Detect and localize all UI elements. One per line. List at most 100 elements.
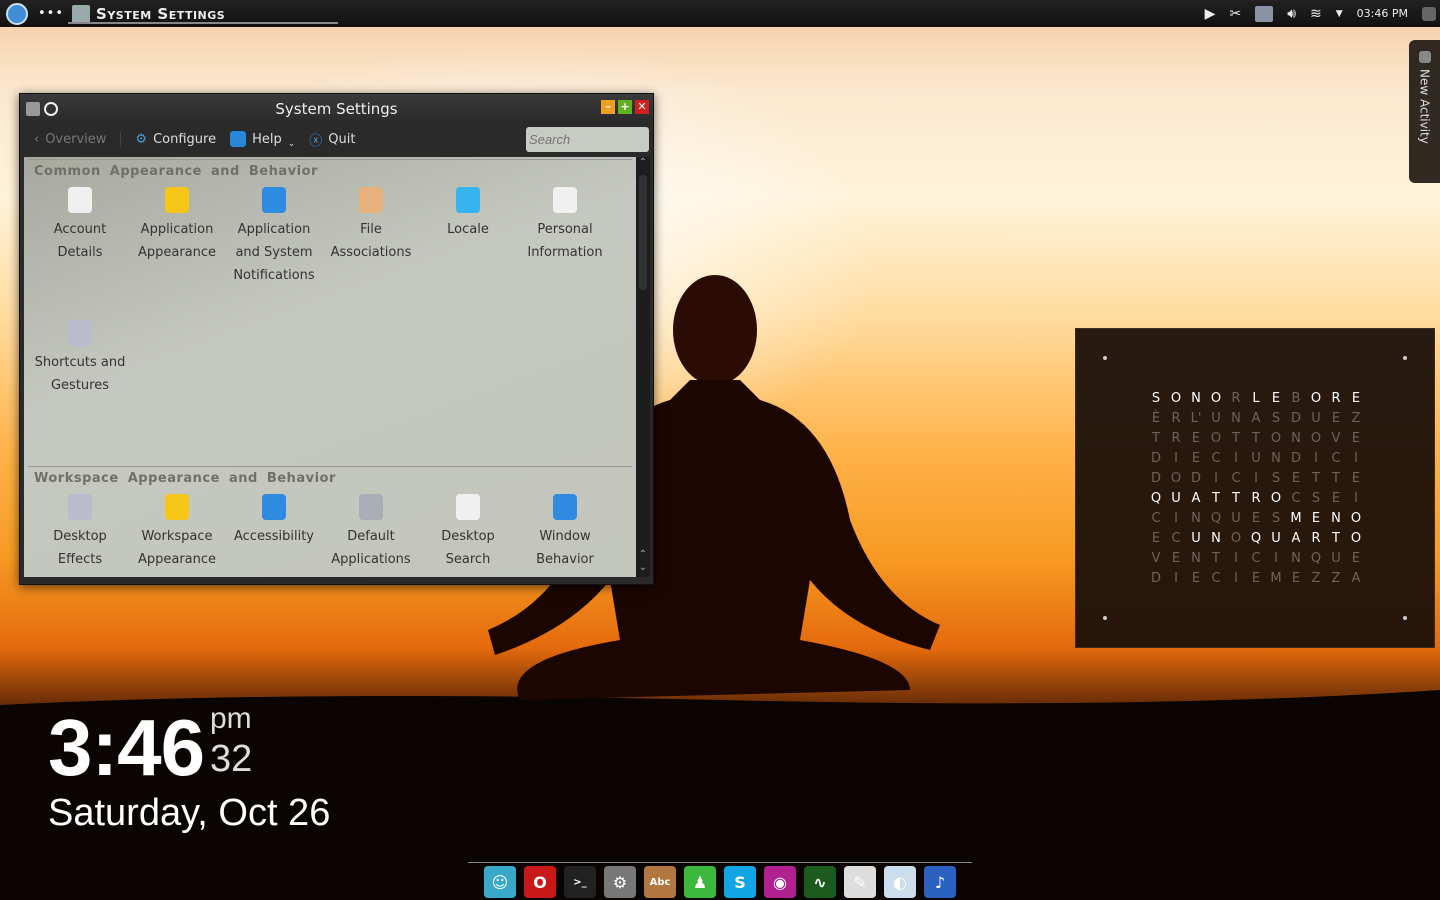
window-title: System Settings xyxy=(275,99,398,118)
menu-dots[interactable]: ••• xyxy=(38,6,64,21)
word-clock-letter: O xyxy=(1310,431,1322,446)
word-clock-letter: A xyxy=(1251,411,1261,426)
settings-item-application-and-system-notifications[interactable]: Application and System Notifications xyxy=(226,187,322,287)
system-preferences-icon[interactable]: ⚙ xyxy=(604,866,636,898)
word-clock-letter: O xyxy=(1350,511,1362,526)
wifi-icon[interactable]: ≋ xyxy=(1310,6,1322,22)
notification-icon xyxy=(262,187,286,213)
green-app-icon[interactable]: ♟ xyxy=(684,866,716,898)
clock-ampm: pm xyxy=(210,702,252,735)
word-clock-letter: D xyxy=(1150,571,1161,586)
overview-button[interactable]: ‹ Overview xyxy=(34,131,122,147)
scroll-up-icon[interactable]: ⌃ xyxy=(636,549,650,560)
word-clock-letter: O xyxy=(1210,391,1222,406)
opera-icon[interactable]: O xyxy=(524,866,556,898)
word-clock-letter: I xyxy=(1354,451,1358,466)
preview-icon[interactable]: ◐ xyxy=(884,866,916,898)
settings-item-accessibility[interactable]: Accessibility xyxy=(226,494,322,548)
settings-item-locale[interactable]: Locale xyxy=(420,187,516,241)
word-clock-letter: E xyxy=(1191,571,1201,586)
dictionary-icon[interactable]: Abc xyxy=(644,866,676,898)
clock-seconds: 32 xyxy=(210,738,253,780)
settings-item-label: Desktop Search xyxy=(441,529,495,567)
scrollbar-thumb[interactable] xyxy=(639,175,647,290)
word-clock-letter: L xyxy=(1252,391,1260,406)
settings-item-personal-information[interactable]: Personal Information xyxy=(517,187,613,264)
word-clock-letter: C xyxy=(1171,531,1181,546)
settings-item-label: Personal Information xyxy=(527,222,603,260)
chevron-down-icon[interactable]: ⌄ xyxy=(288,139,296,149)
word-clock-letter: Z xyxy=(1311,571,1321,586)
keyboard-icon[interactable] xyxy=(1255,5,1274,22)
help-button[interactable]: Help ⌄ xyxy=(230,129,295,149)
window-icon xyxy=(553,494,577,520)
word-clock-letter: E xyxy=(1191,431,1201,446)
activity-icon[interactable] xyxy=(1422,6,1436,21)
word-clock-letter: O xyxy=(1210,431,1222,446)
volume-icon[interactable]: 🔊︎ xyxy=(1287,6,1296,22)
scrollbar[interactable]: ⌃ ⌃ ⌄ xyxy=(636,157,650,577)
finder-icon[interactable]: ☺ xyxy=(484,866,516,898)
activity-monitor-icon[interactable]: ∿ xyxy=(804,866,836,898)
word-clock-letter: O xyxy=(1350,531,1362,546)
search-input[interactable] xyxy=(526,127,649,152)
word-clock-letter: T xyxy=(1332,471,1340,486)
word-clock-letter: V xyxy=(1331,431,1341,446)
word-clock-letter: C xyxy=(1211,571,1221,586)
configure-button[interactable]: ⚙ Configure xyxy=(135,132,216,147)
activity-icon xyxy=(1418,51,1431,63)
word-clock-letter: V xyxy=(1151,551,1161,566)
play-icon[interactable]: ▶ xyxy=(1205,6,1216,22)
word-clock-letter: E xyxy=(1151,531,1161,546)
eye-app-icon[interactable]: ◉ xyxy=(764,866,796,898)
word-clock-letter: T xyxy=(1332,531,1340,546)
word-clock-letter: D xyxy=(1150,451,1161,466)
help-label: Help xyxy=(252,131,282,147)
music-icon[interactable]: ♪ xyxy=(924,866,956,898)
minimize-button[interactable]: – xyxy=(601,100,615,114)
scroll-down-icon[interactable]: ⌄ xyxy=(636,562,650,573)
new-activity-tab[interactable]: New Activity xyxy=(1409,40,1440,183)
terminal-icon[interactable]: >_ xyxy=(564,866,596,898)
settings-item-desktop-effects[interactable]: Desktop Effects xyxy=(32,494,128,571)
scroll-up-icon[interactable]: ⌃ xyxy=(636,157,650,168)
close-button[interactable]: ✕ xyxy=(635,100,649,114)
settings-item-default-applications[interactable]: Default Applications xyxy=(323,494,419,571)
word-clock-letter: E xyxy=(1291,471,1301,486)
overview-label: Overview xyxy=(45,131,107,147)
word-clock-letter: N xyxy=(1191,511,1201,526)
shirt-icon xyxy=(165,187,189,213)
settings-item-application-appearance[interactable]: Application Appearance xyxy=(129,187,225,264)
active-app-title[interactable]: System Settings xyxy=(96,5,225,23)
quit-button[interactable]: ⓧ Quit xyxy=(309,130,355,149)
word-clock-letter: U xyxy=(1251,451,1261,466)
accessibility-icon xyxy=(262,494,286,520)
word-clock-letter: O xyxy=(1270,491,1282,506)
account-icon xyxy=(68,187,92,213)
word-clock-letter: C xyxy=(1331,451,1341,466)
settings-item-window-behavior[interactable]: Window Behavior xyxy=(517,494,613,571)
word-clock-letter: O xyxy=(1170,471,1182,486)
window-titlebar[interactable]: System Settings – + ✕ xyxy=(20,94,653,123)
word-clock-letter: A xyxy=(1191,491,1201,506)
kde-launcher-icon[interactable] xyxy=(6,2,28,25)
skype-icon[interactable]: S xyxy=(724,866,756,898)
settings-item-workspace-appearance[interactable]: Workspace Appearance xyxy=(129,494,225,571)
settings-item-label: Workspace Appearance xyxy=(137,529,217,567)
word-clock-letter: D xyxy=(1290,451,1301,466)
word-clock-letter: S xyxy=(1271,411,1281,426)
scissors-icon[interactable]: ✂ xyxy=(1229,6,1241,22)
word-clock-letter: T xyxy=(1212,551,1220,566)
tray-expand-icon[interactable]: ▼ xyxy=(1336,9,1343,19)
maximize-button[interactable]: + xyxy=(618,100,632,114)
text-editor-icon[interactable]: ✎ xyxy=(844,866,876,898)
settings-item-account-details[interactable]: Account Details xyxy=(32,187,128,264)
settings-item-shortcuts-and-gestures[interactable]: Shortcuts and Gestures xyxy=(32,320,128,397)
panel-clock[interactable]: 03:46 PM xyxy=(1357,7,1408,20)
word-clock-letter: M xyxy=(1290,511,1302,526)
clock-date: Saturday, Oct 26 xyxy=(48,792,331,834)
word-clock-letter: I xyxy=(1314,451,1318,466)
settings-item-desktop-search[interactable]: Desktop Search xyxy=(420,494,516,571)
settings-item-file-associations[interactable]: File Associations xyxy=(323,187,419,264)
word-clock-letter: O xyxy=(1170,391,1182,406)
